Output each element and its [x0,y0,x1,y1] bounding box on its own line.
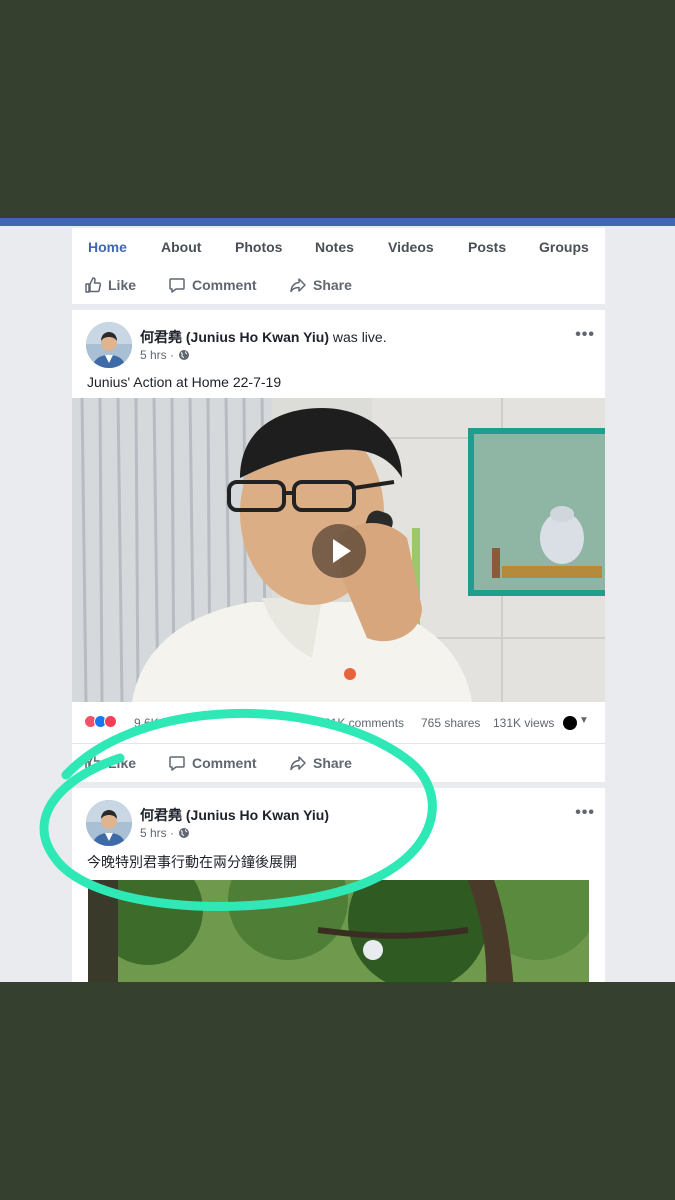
reaction-icons[interactable] [84,715,117,728]
live-video-player[interactable] [72,398,605,702]
share-label: Share [313,277,352,293]
views-count: 131K views [493,716,555,730]
post-header: 何君堯 (Junius Ho Kwan Yiu) was live. 5 hrs… [72,310,605,368]
post-live-video: 何君堯 (Junius Ho Kwan Yiu) was live. 5 hrs… [72,310,605,782]
share-label: Share [313,755,352,771]
like-button[interactable]: Like [84,744,136,782]
live-status-text: was live. [329,329,387,345]
thumbs-up-icon [85,755,102,771]
post-author-line: 何君堯 (Junius Ho Kwan Yiu) [140,805,329,825]
like-label: Like [108,277,137,293]
post-author-line: 何君堯 (Junius Ho Kwan Yiu) was live. [140,327,387,347]
comments-count[interactable]: 21K comments [324,716,404,730]
share-button[interactable]: Share [289,266,352,304]
post-announcement: 何君堯 (Junius Ho Kwan Yiu) 5 hrs · ••• 今晚特… [72,788,605,982]
like-button[interactable]: Like [84,266,136,304]
speech-bubble-icon [169,278,185,293]
avatar[interactable] [86,322,132,368]
comment-label: Comment [192,277,257,293]
share-arrow-icon [290,756,306,771]
shares-count[interactable]: 765 shares [421,716,480,730]
more-dots-icon[interactable]: ••• [575,804,595,822]
post-timestamp[interactable]: 5 hrs · [140,826,174,840]
love-reaction-icon [104,715,117,728]
chevron-down-icon[interactable]: ▼ [579,715,589,726]
author-name[interactable]: 何君堯 (Junius Ho Kwan Yiu) [140,807,329,823]
comment-button[interactable]: Comment [168,744,257,782]
author-name[interactable]: 何君堯 (Junius Ho Kwan Yiu) [140,329,329,345]
avatar[interactable] [86,800,132,846]
comment-label: Comment [192,755,257,771]
like-label: Like [108,755,137,771]
speech-bubble-icon [169,756,185,771]
reaction-count[interactable]: 9.6K [134,716,159,730]
post-action-row: Like Comment Share [72,744,605,782]
facebook-page-screenshot: Home About Photos Notes Videos Posts Gro… [0,218,675,982]
post-meta: 5 hrs · [140,826,190,840]
post-photo[interactable] [88,880,589,982]
viewer-avatar[interactable] [563,716,577,730]
trees-photo [88,880,589,982]
thumbs-up-icon [85,277,102,293]
globe-icon [179,350,190,360]
share-arrow-icon [290,278,306,293]
globe-icon [179,828,190,838]
post-header: 何君堯 (Junius Ho Kwan Yiu) 5 hrs · ••• [72,788,605,846]
post-text: 今晚特別君事行動在兩分鐘後展開 [87,854,297,870]
play-icon[interactable] [312,524,366,578]
more-dots-icon[interactable]: ••• [575,326,595,344]
share-button[interactable]: Share [289,744,352,782]
engagement-stats: 9.6K 21K comments 765 shares 131K views … [72,702,605,744]
post-text: Junius' Action at Home 22-7-19 [87,374,282,390]
post-timestamp[interactable]: 5 hrs · [140,348,174,362]
previous-post-action-row: Like Comment Share [72,266,605,304]
post-meta: 5 hrs · [140,348,190,362]
facebook-top-bar [0,218,675,226]
comment-button[interactable]: Comment [168,266,257,304]
